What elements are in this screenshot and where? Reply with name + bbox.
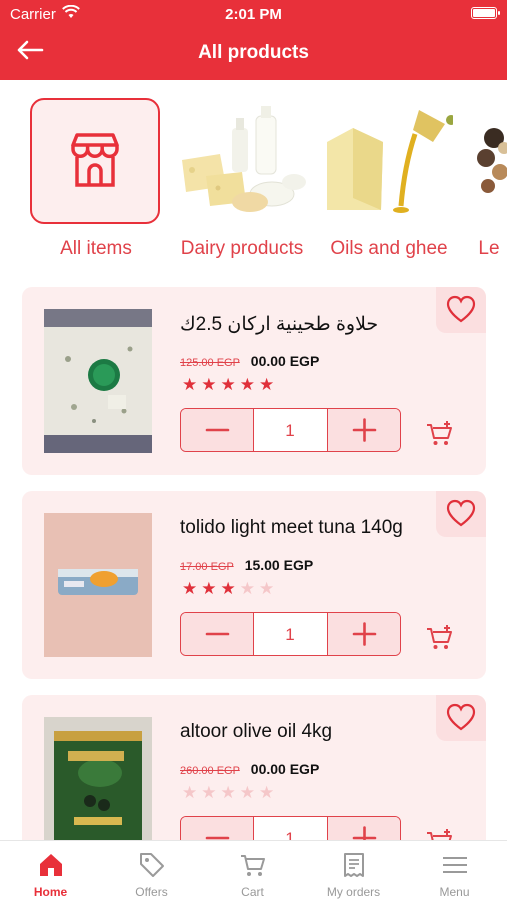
- product-image-halawa: [44, 309, 152, 453]
- tag-icon: [140, 853, 164, 877]
- star-icon: ★: [201, 783, 217, 802]
- cart-icon: [241, 855, 265, 876]
- old-price: 17.00 EGP: [180, 561, 234, 573]
- home-icon: [40, 854, 62, 876]
- oils-and-ghee-image: [327, 110, 453, 213]
- tab-menu[interactable]: Menu: [404, 841, 505, 900]
- plus-icon: [352, 622, 377, 646]
- tab-home[interactable]: Home: [0, 841, 101, 900]
- heart-icon: [446, 499, 476, 527]
- add-to-cart-icon[interactable]: [425, 623, 455, 651]
- tab-offers[interactable]: Offers: [101, 841, 202, 900]
- receipt-icon: [344, 853, 364, 877]
- star-icon: ★: [182, 579, 198, 598]
- product-name: tolido light meet tuna 140g: [180, 517, 403, 538]
- product-card[interactable]: tolido light meet tuna 140g 17.00 EGP 15…: [22, 491, 486, 679]
- clock: 2:01 PM: [225, 6, 282, 23]
- tab-label: Home: [33, 885, 68, 899]
- star-icon: ★: [239, 375, 255, 394]
- star-icon: ★: [182, 375, 198, 394]
- category-label: Le: [478, 238, 500, 259]
- product-card[interactable]: حلاوة طحينية اركان 2.5ك 125.00 EGP 00.00…: [22, 287, 486, 475]
- category-label: All items: [60, 238, 132, 259]
- star-icon: ★: [201, 579, 217, 598]
- quantity-value: 1: [285, 421, 295, 440]
- old-price: 125.00 EGP: [180, 357, 240, 369]
- page-title: All products: [198, 42, 309, 63]
- increase-quantity-button[interactable]: [327, 409, 400, 451]
- rating-stars: ★ ★ ★ ★ ★: [182, 783, 278, 803]
- app-header: Carrier 2:01 PM All products: [0, 0, 507, 80]
- quantity-stepper: 1: [180, 408, 401, 452]
- star-icon: ★: [201, 375, 217, 394]
- favorite-button[interactable]: [436, 287, 486, 333]
- star-icon: ★: [220, 375, 236, 394]
- rating-stars: ★ ★ ★ ★ ★: [182, 375, 278, 395]
- add-to-cart-icon[interactable]: [425, 419, 455, 447]
- product-image-tuna: [44, 513, 152, 657]
- current-price: 15.00 EGP: [244, 557, 314, 573]
- plus-icon: [352, 418, 377, 442]
- quantity-value: 1: [285, 625, 295, 644]
- menu-icon: [443, 857, 467, 873]
- quantity-stepper: 1: [180, 612, 401, 656]
- dairy-products-image: [182, 106, 306, 212]
- current-price: 00.00 EGP: [250, 761, 320, 777]
- product-prices: 17.00 EGP 15.00 EGP: [180, 557, 313, 573]
- decrease-quantity-button[interactable]: [181, 613, 254, 655]
- star-icon: ★: [239, 579, 255, 598]
- store-icon: [71, 133, 119, 187]
- star-icon: ★: [259, 579, 275, 598]
- category-dairy-products[interactable]: Dairy products: [172, 90, 312, 270]
- decrease-quantity-button[interactable]: [181, 409, 254, 451]
- battery-icon: [471, 7, 500, 19]
- old-price: 260.00 EGP: [180, 765, 240, 777]
- tab-label: Menu: [439, 885, 470, 899]
- category-label: Dairy products: [180, 238, 304, 259]
- status-bar: Carrier 2:01 PM: [0, 0, 507, 28]
- rating-stars: ★ ★ ★ ★ ★: [182, 579, 278, 599]
- star-icon: ★: [182, 783, 198, 802]
- star-icon: ★: [259, 375, 275, 394]
- app-screen: Carrier 2:01 PM All products All items D…: [0, 0, 507, 900]
- star-icon: ★: [220, 783, 236, 802]
- product-name: altoor olive oil 4kg: [180, 721, 333, 742]
- product-prices: 125.00 EGP 00.00 EGP: [180, 353, 319, 369]
- favorite-button[interactable]: [436, 695, 486, 741]
- category-le[interactable]: Le: [466, 90, 507, 270]
- tab-cart[interactable]: Cart: [202, 841, 303, 900]
- increase-quantity-button[interactable]: [327, 613, 400, 655]
- minus-icon: [205, 632, 230, 636]
- bottom-tab-bar: Home Offers Cart My orders Menu: [0, 840, 507, 900]
- favorite-button[interactable]: [436, 491, 486, 537]
- tab-label: Offers: [135, 885, 168, 899]
- legumes-image: [477, 128, 507, 193]
- heart-icon: [446, 703, 476, 731]
- star-icon: ★: [259, 783, 275, 802]
- product-name: حلاوة طحينية اركان 2.5ك: [180, 314, 379, 335]
- star-icon: ★: [220, 579, 236, 598]
- heart-icon: [446, 295, 476, 323]
- category-carousel[interactable]: All items Dairy products Oils and ghee L…: [0, 90, 507, 270]
- category-thumb: [30, 98, 160, 224]
- product-prices: 260.00 EGP 00.00 EGP: [180, 761, 319, 777]
- tab-my-orders[interactable]: My orders: [303, 841, 404, 900]
- minus-icon: [205, 428, 230, 432]
- tab-label: My orders: [326, 885, 381, 899]
- tab-label: Cart: [241, 885, 264, 899]
- category-all-items[interactable]: All items: [26, 90, 166, 270]
- current-price: 00.00 EGP: [250, 353, 320, 369]
- star-icon: ★: [239, 783, 255, 802]
